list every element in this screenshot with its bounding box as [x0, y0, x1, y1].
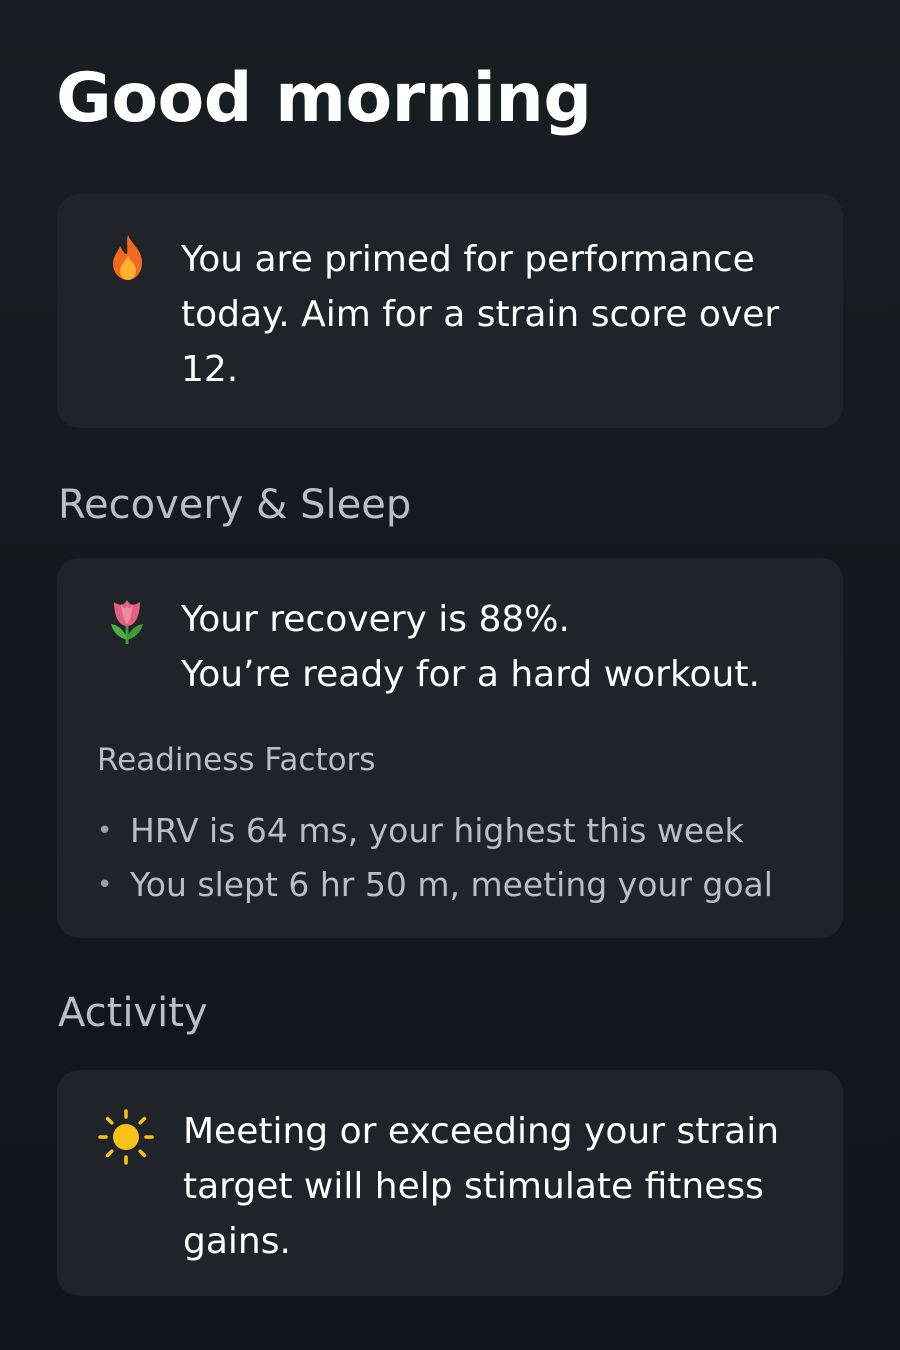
- bullet-icon: •: [97, 870, 113, 900]
- activity-insight-text: Meeting or exceeding your strain target …: [183, 1111, 780, 1262]
- recovery-message: Your recovery is 88%. You’re ready for a…: [181, 592, 821, 702]
- performance-insight-text: You are primed for performance today. Ai…: [181, 239, 780, 390]
- recovery-card[interactable]: Your recovery is 88%. You’re ready for a…: [57, 558, 843, 938]
- sun-icon: [97, 1108, 155, 1166]
- recovery-sleep-section-title: Recovery & Sleep: [58, 482, 412, 528]
- activity-section-title: Activity: [58, 990, 208, 1036]
- activity-card[interactable]: Meeting or exceeding your strain target …: [57, 1070, 843, 1296]
- readiness-factors-title: Readiness Factors: [97, 742, 376, 778]
- workout-readiness-text: You’re ready for a hard workout.: [181, 654, 760, 695]
- home-screen: Good morning You are primed for performa…: [0, 0, 900, 1350]
- bullet-icon: •: [97, 816, 113, 846]
- readiness-factor-hrv: • HRV is 64 ms, your highest this week: [97, 804, 773, 858]
- factor-text: You slept 6 hr 50 m, meeting your goal: [130, 865, 773, 904]
- fire-icon: [102, 232, 154, 284]
- readiness-factors-list: • HRV is 64 ms, your highest this week •…: [97, 804, 773, 912]
- readiness-factor-sleep: • You slept 6 hr 50 m, meeting your goal: [97, 858, 773, 912]
- tulip-icon: [101, 594, 153, 646]
- factor-text: HRV is 64 ms, your highest this week: [130, 811, 744, 850]
- greeting-title: Good morning: [56, 59, 592, 138]
- performance-insight-card[interactable]: You are primed for performance today. Ai…: [57, 194, 843, 428]
- recovery-percentage-text: Your recovery is 88%.: [181, 599, 570, 640]
